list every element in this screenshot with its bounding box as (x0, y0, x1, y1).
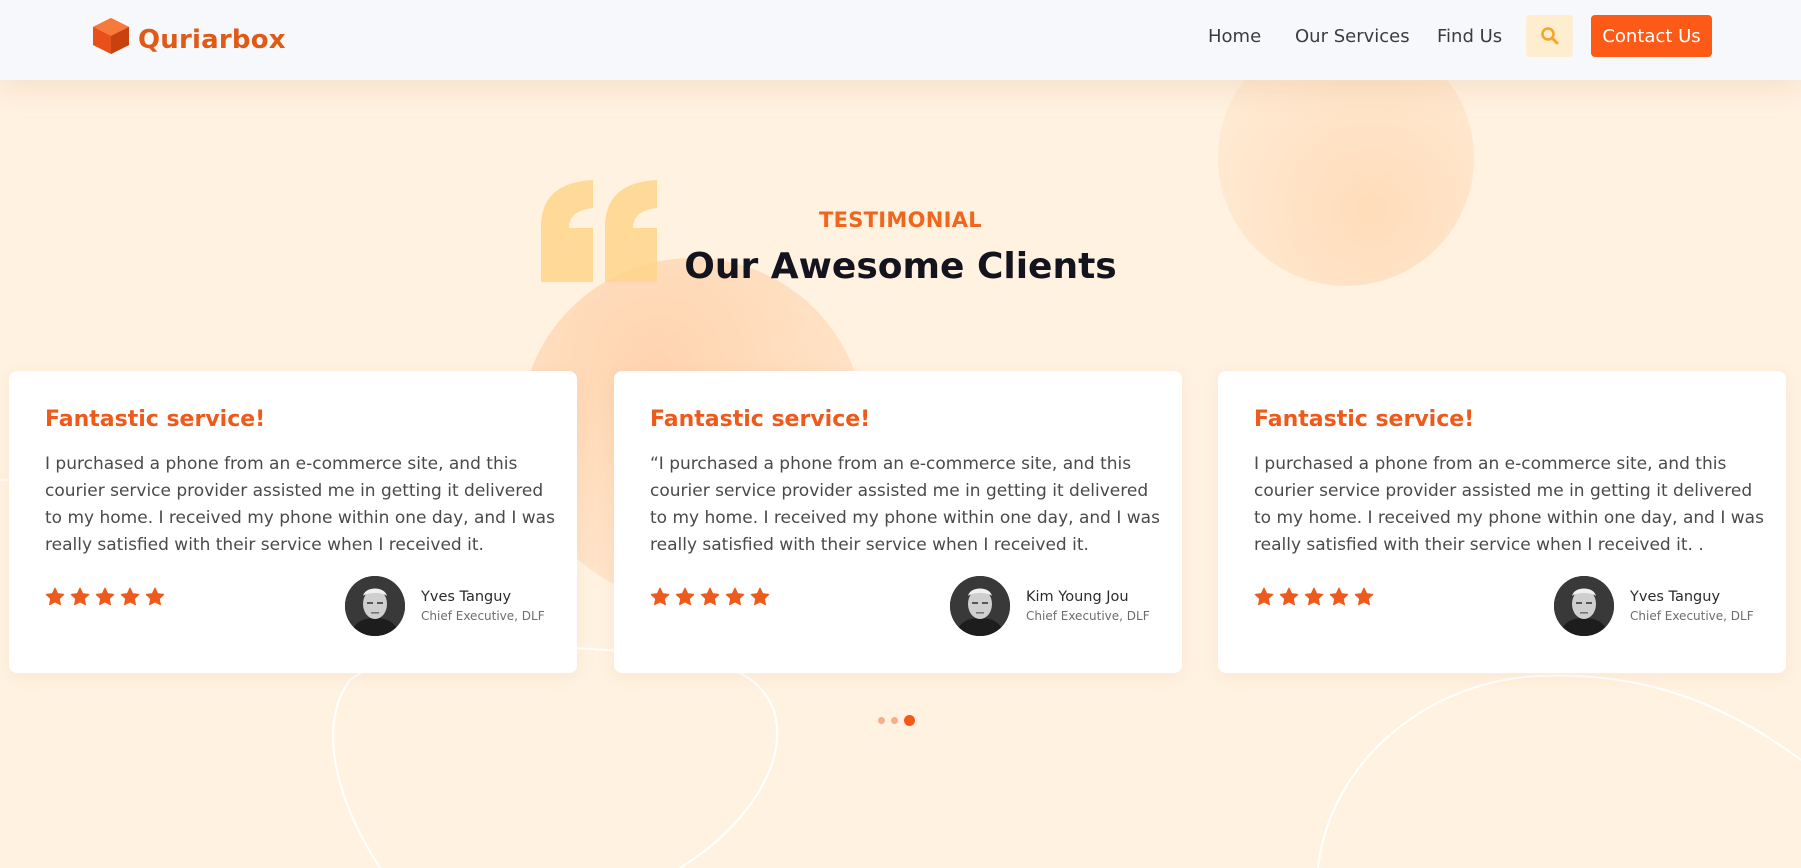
star-icon (675, 587, 695, 606)
star-icon (725, 587, 745, 606)
section-label: TESTIMONIAL (818, 208, 982, 232)
star-icon (145, 587, 165, 606)
testimonial-heading: Fantastic service! (1254, 407, 1475, 432)
star-icon (750, 587, 770, 606)
testimonial-text: “I purchased a phone from an e-commerce … (650, 454, 1160, 555)
star-icon (70, 587, 90, 606)
author-role: Chief Executive, DLF (1630, 609, 1754, 623)
author-name: Yves Tanguy (1630, 589, 1721, 605)
star-icon (700, 587, 720, 606)
testimonial-heading: Fantastic service! (650, 407, 871, 432)
carousel-dot[interactable] (904, 715, 915, 726)
testimonial-card: Fantastic service! I purchased a phone f… (9, 371, 577, 673)
logo-text: Quriarbox (138, 25, 286, 55)
star-icon (1304, 587, 1324, 606)
avatar (1554, 576, 1614, 636)
carousel-dot[interactable] (878, 717, 885, 724)
person-portrait-icon (1554, 576, 1614, 636)
star-icon (1279, 587, 1299, 606)
site-header: Quriarbox Home Our Services Find Us Cont… (0, 0, 1801, 80)
author-role: Chief Executive, DLF (1026, 609, 1150, 623)
author-name: Kim Young Jou (1026, 589, 1129, 605)
logo[interactable]: Quriarbox (90, 16, 286, 56)
star-icon (1329, 587, 1349, 606)
star-rating (1254, 587, 1374, 607)
person-portrait-icon (345, 576, 405, 636)
author-name: Yves Tanguy (421, 589, 512, 605)
carousel-dots (878, 715, 915, 726)
contact-us-button[interactable]: Contact Us (1591, 15, 1712, 57)
testimonial-text: I purchased a phone from an e-commerce s… (45, 454, 555, 555)
carousel-dot[interactable] (891, 717, 898, 724)
star-icon (650, 587, 670, 606)
star-icon (1354, 587, 1374, 606)
star-rating (650, 587, 770, 607)
nav-home[interactable]: Home (1208, 26, 1261, 47)
logo-cube-icon (93, 18, 129, 54)
nav-find-us[interactable]: Find Us (1437, 26, 1502, 47)
author-role: Chief Executive, DLF (421, 609, 545, 623)
avatar (345, 576, 405, 636)
testimonial-card: Fantastic service! I purchased a phone f… (1218, 371, 1786, 673)
star-icon (95, 587, 115, 606)
nav-our-services[interactable]: Our Services (1295, 26, 1410, 47)
star-icon (120, 587, 140, 606)
star-rating (45, 587, 165, 607)
avatar (950, 576, 1010, 636)
testimonial-heading: Fantastic service! (45, 407, 266, 432)
testimonial-text: I purchased a phone from an e-commerce s… (1254, 454, 1764, 555)
section-title: Our Awesome Clients (684, 246, 1117, 287)
search-icon (1540, 27, 1558, 45)
star-icon (45, 587, 65, 606)
search-button[interactable] (1526, 15, 1573, 57)
testimonial-card: Fantastic service! “I purchased a phone … (614, 371, 1182, 673)
star-icon (1254, 587, 1274, 606)
person-portrait-icon (950, 576, 1010, 636)
